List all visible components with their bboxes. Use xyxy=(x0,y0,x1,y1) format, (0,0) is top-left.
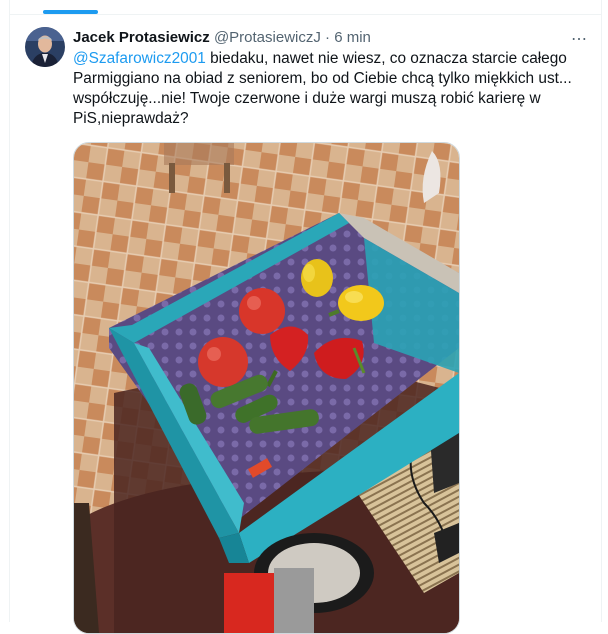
author-handle[interactable]: @ProtasiewiczJ xyxy=(214,29,321,46)
right-border xyxy=(601,0,608,622)
tweet-text: @Szafarowicz2001 biedaku, nawet nie wies… xyxy=(73,49,573,129)
timestamp[interactable]: 6 min xyxy=(334,29,371,46)
more-options-icon[interactable]: ⋯ xyxy=(571,29,588,49)
tweet-header: Jacek Protasiewicz @ProtasiewiczJ · 6 mi… xyxy=(73,29,371,47)
left-border xyxy=(0,0,10,622)
tweet-photo[interactable] xyxy=(73,142,460,634)
tweet-text-line-2: Parmiggiano na obiad z seniorem, bo od C… xyxy=(73,70,572,87)
tweet-text-line-4: PiS,nieprawdaż? xyxy=(73,110,189,127)
separator-dot: · xyxy=(325,29,331,46)
mention-link[interactable]: @Szafarowicz2001 xyxy=(73,50,206,67)
tweet-text-line-1: @Szafarowicz2001 biedaku, nawet nie wies… xyxy=(73,49,573,69)
avatar[interactable] xyxy=(25,27,65,67)
tweet-text-segment: biedaku, nawet nie wiesz, co oznacza sta… xyxy=(205,50,567,67)
author-name[interactable]: Jacek Protasiewicz xyxy=(73,29,210,46)
active-tab-indicator xyxy=(43,10,98,14)
top-divider xyxy=(10,14,601,15)
tweet-text-line-3: współczuję...nie! Twoje czerwone i duże … xyxy=(73,90,541,107)
